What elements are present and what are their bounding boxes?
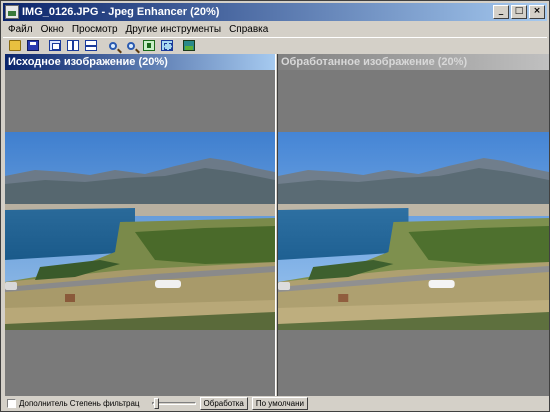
vertical-split-button[interactable] bbox=[65, 39, 81, 53]
processed-image-viewport[interactable] bbox=[278, 70, 549, 396]
frame-button[interactable] bbox=[159, 39, 175, 53]
zoom-in-button[interactable] bbox=[105, 39, 121, 53]
window-title: IMG_0126.JPG - Jpeg Enhancer (20%) bbox=[22, 6, 220, 18]
original-image-viewport[interactable] bbox=[5, 70, 275, 396]
advanced-checkbox[interactable] bbox=[7, 399, 16, 408]
original-image-panel[interactable]: Исходное изображение (20%) bbox=[5, 54, 275, 396]
menu-bar: Файл Окно Просмотр Другие инструменты Сп… bbox=[3, 22, 547, 36]
original-panel-title: Исходное изображение (20%) bbox=[5, 54, 275, 70]
fit-to-window-button[interactable] bbox=[141, 39, 157, 53]
horizontal-split-button[interactable] bbox=[83, 39, 99, 53]
image-button[interactable] bbox=[181, 39, 197, 53]
app-icon[interactable] bbox=[5, 5, 19, 19]
fit-to-window-icon bbox=[143, 40, 155, 51]
process-button[interactable]: Обработка bbox=[199, 397, 248, 410]
close-button[interactable]: × bbox=[529, 5, 545, 19]
slider-thumb[interactable] bbox=[153, 398, 159, 409]
copy-button[interactable] bbox=[47, 39, 63, 53]
menu-view[interactable]: Просмотр bbox=[69, 24, 121, 35]
toolbar bbox=[3, 37, 547, 53]
advanced-checkbox-label: Дополнитель bbox=[19, 399, 68, 408]
save-button[interactable] bbox=[25, 39, 41, 53]
original-photo bbox=[5, 132, 275, 330]
menu-other-tools[interactable]: Другие инструменты bbox=[123, 24, 225, 35]
vertical-split-icon bbox=[67, 40, 79, 51]
status-bar: Дополнитель Степень фильтрац Обработка П… bbox=[3, 396, 549, 411]
processed-photo bbox=[278, 132, 549, 330]
processed-image-panel[interactable]: Обработанное изображение (20%) bbox=[278, 54, 549, 396]
zoom-in-icon bbox=[109, 41, 117, 50]
open-button[interactable] bbox=[7, 39, 23, 53]
zoom-out-button[interactable] bbox=[123, 39, 139, 53]
save-icon bbox=[27, 40, 39, 51]
horizontal-split-icon bbox=[85, 40, 97, 51]
menu-file[interactable]: Файл bbox=[5, 24, 36, 35]
minimize-button[interactable]: _ bbox=[493, 5, 509, 19]
processed-panel-title: Обработанное изображение (20%) bbox=[278, 54, 549, 70]
filter-level-label: Степень фильтрац bbox=[69, 399, 140, 408]
frame-icon bbox=[161, 40, 173, 51]
open-folder-icon bbox=[9, 40, 21, 51]
menu-window[interactable]: Окно bbox=[38, 24, 67, 35]
image-icon bbox=[183, 40, 195, 51]
title-bar[interactable]: IMG_0126.JPG - Jpeg Enhancer (20%) _ □ × bbox=[3, 3, 547, 21]
maximize-button[interactable]: □ bbox=[511, 5, 527, 19]
copy-icon bbox=[49, 40, 61, 51]
menu-help[interactable]: Справка bbox=[226, 24, 271, 35]
app-window: IMG_0126.JPG - Jpeg Enhancer (20%) _ □ ×… bbox=[0, 0, 550, 412]
zoom-out-icon bbox=[127, 41, 135, 50]
default-button[interactable]: По умолчани bbox=[251, 397, 308, 410]
filter-level-slider[interactable] bbox=[151, 398, 196, 409]
image-panels: Исходное изображение (20%) Обработанное … bbox=[3, 54, 549, 396]
